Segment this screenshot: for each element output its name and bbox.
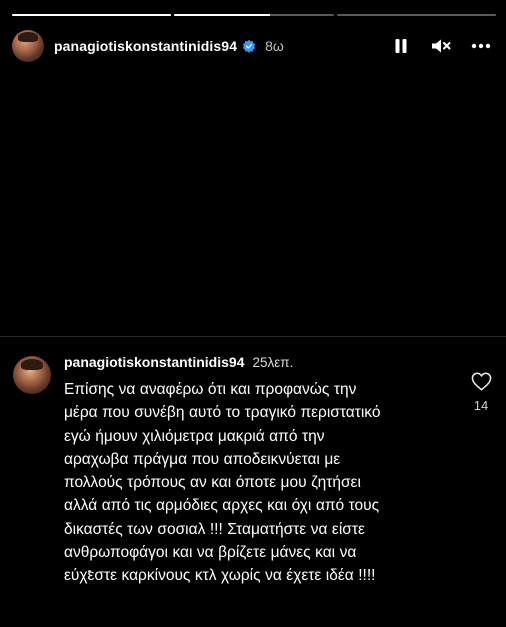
mute-button[interactable] [430, 35, 452, 57]
post-avatar[interactable] [13, 356, 51, 394]
progress-segment [12, 14, 172, 16]
avatar[interactable] [12, 30, 44, 62]
verified-badge-icon [242, 39, 256, 53]
post-body: panagiotiskonstantinidis94 25λεπ. Επίσης… [64, 354, 448, 588]
story-time: 8ω [265, 38, 284, 54]
progress-segment [336, 14, 496, 16]
embedded-post[interactable]: panagiotiskonstantinidis94 25λεπ. Επίσης… [13, 354, 492, 588]
progress-segment [174, 14, 334, 16]
mute-icon [432, 39, 451, 53]
post-header: panagiotiskonstantinidis94 25λεπ. [64, 354, 448, 374]
pause-button[interactable] [390, 35, 412, 57]
more-options-button[interactable] [470, 35, 492, 57]
like-control[interactable]: 14 [470, 372, 492, 413]
post-time: 25λεπ. [252, 355, 294, 370]
like-count: 14 [473, 398, 489, 413]
story-header: panagiotiskonstantinidis94 8ω [12, 30, 492, 62]
story-username[interactable]: panagiotiskonstantinidis94 [54, 38, 237, 54]
divider [0, 336, 506, 337]
post-username[interactable]: panagiotiskonstantinidis94 [64, 354, 244, 370]
story-progress [12, 14, 496, 16]
pause-icon [395, 39, 407, 53]
progress-fill [174, 14, 270, 16]
dot [88, 570, 91, 573]
story-viewer: panagiotiskonstantinidis94 8ω panagiotis… [0, 0, 506, 627]
progress-fill [12, 14, 172, 16]
more-icon [471, 43, 491, 49]
story-controls [390, 35, 492, 57]
heart-icon[interactable] [471, 372, 492, 391]
post-text: Επίσης να αναφέρω ότι και προφανώς την μ… [64, 381, 381, 585]
